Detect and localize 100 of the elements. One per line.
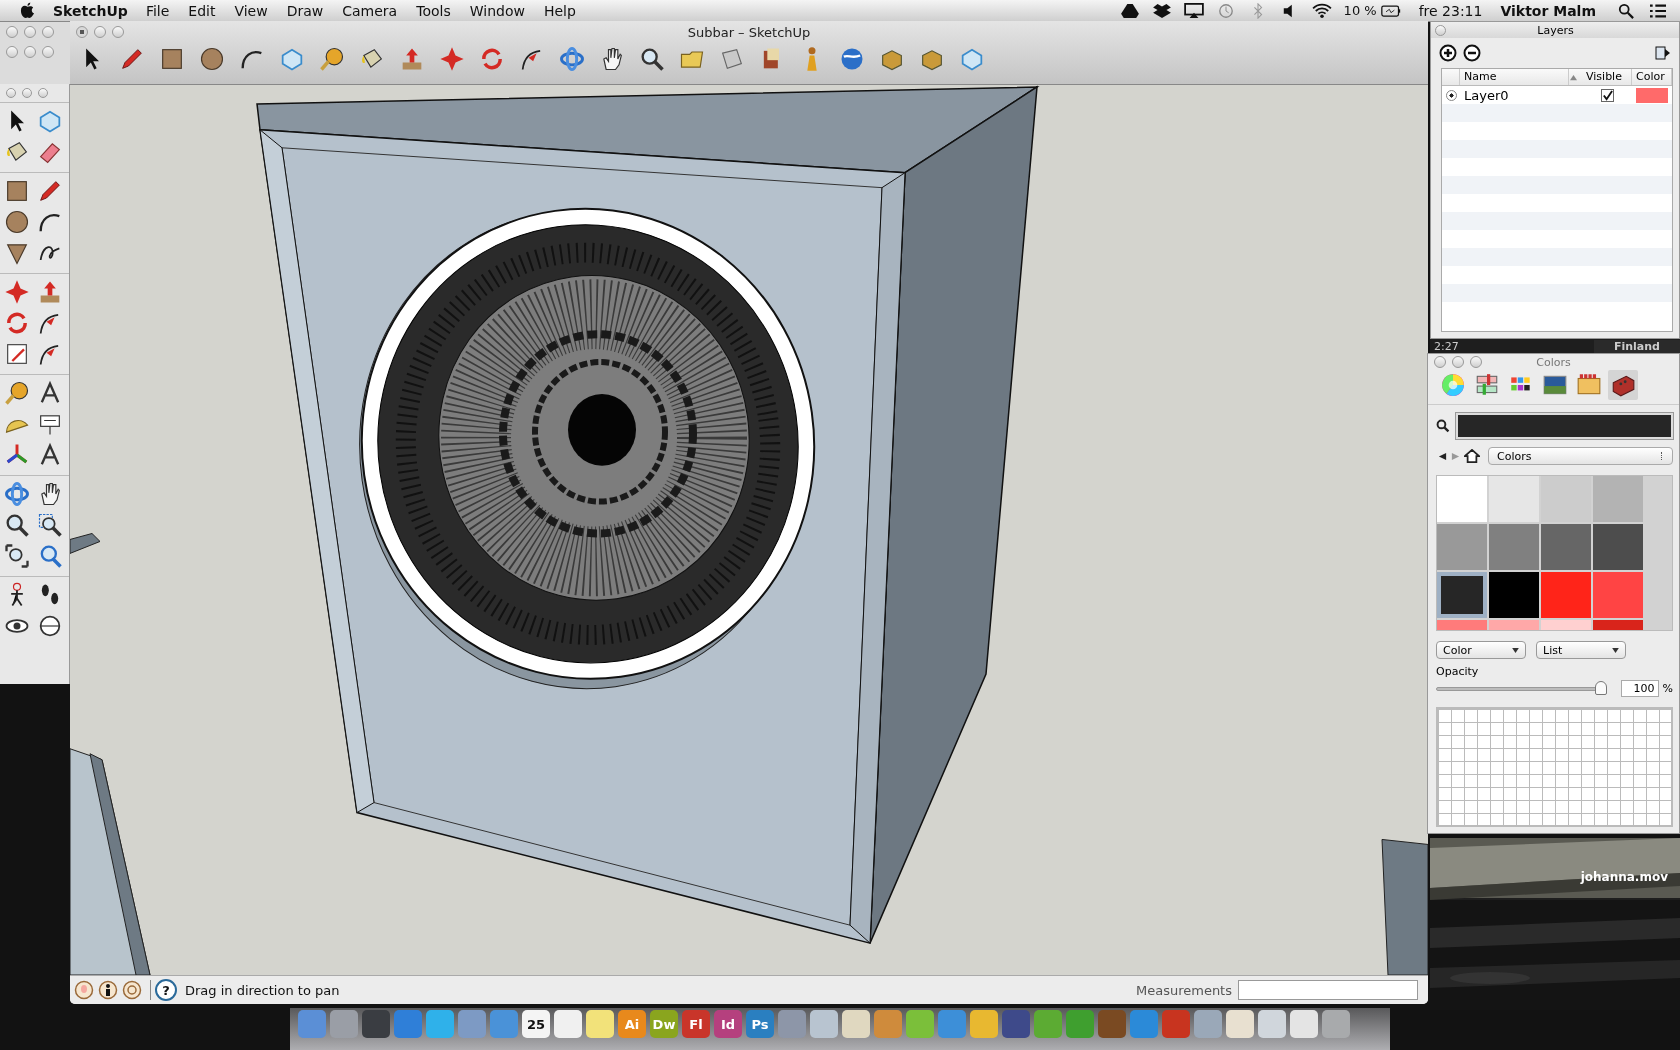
- visible-checkbox[interactable]: [1600, 88, 1614, 102]
- color-swatch[interactable]: [1489, 524, 1539, 570]
- mode-dropdown[interactable]: Color: [1436, 641, 1526, 659]
- tape-measure-icon[interactable]: [318, 45, 346, 73]
- app-icon[interactable]: Ps: [746, 1010, 774, 1038]
- orbit-icon[interactable]: [3, 480, 31, 508]
- wifi-icon[interactable]: [1311, 2, 1332, 19]
- color-swatch[interactable]: [1437, 476, 1487, 522]
- app-icon[interactable]: [1226, 1010, 1254, 1038]
- app-icon[interactable]: Fl: [682, 1010, 710, 1038]
- menu-item[interactable]: Draw: [286, 2, 324, 19]
- color-swatch[interactable]: [1437, 572, 1487, 618]
- list-icon[interactable]: [1648, 2, 1668, 19]
- circle-icon[interactable]: [198, 45, 226, 73]
- layer-name[interactable]: Layer0: [1460, 87, 1582, 103]
- layer-color-swatch[interactable]: [1636, 87, 1668, 103]
- app-icon[interactable]: 25: [522, 1010, 550, 1038]
- column-header[interactable]: Name: [1460, 69, 1569, 85]
- app-icon[interactable]: Id: [714, 1010, 742, 1038]
- caret-icon: [1612, 647, 1619, 653]
- menu-item[interactable]: View: [234, 2, 268, 19]
- menu-item[interactable]: Edit: [188, 2, 216, 19]
- video-time: 2:27: [1434, 339, 1460, 353]
- color-swatch[interactable]: [1541, 524, 1591, 570]
- home-icon[interactable]: [1464, 449, 1480, 463]
- status-message: Drag in direction to pan: [185, 982, 340, 998]
- color-swatch[interactable]: [1489, 572, 1539, 618]
- menu-item[interactable]: File: [145, 2, 170, 19]
- app-icon[interactable]: [1290, 1010, 1318, 1038]
- window-control-button[interactable]: [76, 26, 88, 38]
- window-control-button[interactable]: [42, 26, 54, 38]
- orbit-icon[interactable]: [558, 45, 586, 73]
- person-icon[interactable]: [98, 980, 118, 1000]
- column-header[interactable]: Color: [1632, 69, 1672, 85]
- window-control-button[interactable]: [6, 46, 18, 58]
- screen-share-icon[interactable]: [1183, 2, 1204, 19]
- color-swatch[interactable]: [1437, 524, 1487, 570]
- active-layer-radio[interactable]: [1445, 89, 1457, 101]
- color-swatch[interactable]: [1593, 572, 1643, 618]
- back-arrow-icon[interactable]: [1438, 451, 1447, 461]
- window-control-button[interactable]: [94, 26, 106, 38]
- video-caption: Finland: [1594, 339, 1680, 353]
- panel-title: Colors: [1536, 355, 1571, 369]
- caret-icon: [1512, 647, 1519, 653]
- color-swatch[interactable]: [1593, 524, 1643, 570]
- apple-icon[interactable]: [20, 2, 35, 19]
- menu-app-name[interactable]: SketchUp: [53, 2, 128, 19]
- details-icon[interactable]: [1653, 44, 1671, 62]
- drive-icon[interactable]: [1119, 2, 1140, 19]
- measurements-label: Measurements: [1135, 982, 1232, 998]
- tape-measure-icon[interactable]: [3, 379, 31, 407]
- palette-dropdown[interactable]: Colors: [1488, 447, 1673, 465]
- remove-icon[interactable]: [1463, 44, 1481, 62]
- menu-item[interactable]: Window: [469, 2, 525, 19]
- app-icon[interactable]: [554, 1010, 582, 1038]
- color-wheel-icon: [1440, 372, 1466, 398]
- window-control-button[interactable]: [6, 26, 18, 38]
- opacity-slider[interactable]: [1436, 680, 1607, 697]
- opacity-label: Opacity: [1435, 664, 1480, 678]
- beam-drawing: [70, 533, 101, 554]
- battery-percent: 10 %: [1343, 3, 1377, 18]
- battery-icon[interactable]: [1380, 2, 1401, 19]
- view-dropdown[interactable]: List: [1536, 641, 1626, 659]
- video-title: johanna.mov: [1580, 870, 1668, 884]
- window-control-button[interactable]: [24, 46, 36, 58]
- color-swatch[interactable]: [1541, 572, 1591, 618]
- box-icon[interactable]: [1151, 2, 1172, 19]
- window-control-button[interactable]: [1435, 24, 1446, 36]
- app-icon[interactable]: [586, 1010, 614, 1038]
- help-icon[interactable]: ?: [155, 979, 177, 1001]
- opacity-field[interactable]: 100: [1620, 680, 1659, 697]
- window-control-button[interactable]: [24, 26, 36, 38]
- ring-icon[interactable]: [122, 980, 142, 1000]
- menu-item[interactable]: Camera: [342, 2, 398, 19]
- column-header[interactable]: Visible: [1582, 69, 1632, 85]
- measurements-field[interactable]: [1238, 980, 1418, 1000]
- brick-tab[interactable]: [1608, 370, 1638, 400]
- current-color-bar[interactable]: [1456, 413, 1673, 439]
- color-swatch[interactable]: [1489, 476, 1539, 522]
- custom-swatch-grid[interactable]: [1436, 707, 1673, 827]
- zoom-window-icon[interactable]: [36, 511, 64, 539]
- user-name[interactable]: Viktor Malm: [1500, 2, 1596, 19]
- circle-icon[interactable]: [3, 208, 31, 236]
- window-control-button[interactable]: [42, 46, 54, 58]
- window-control-button[interactable]: [112, 26, 124, 38]
- menu-item[interactable]: Help: [543, 2, 576, 19]
- search-icon[interactable]: [1436, 419, 1450, 433]
- menu-item[interactable]: Tools: [416, 2, 451, 19]
- search-icon[interactable]: [1616, 2, 1636, 19]
- window-title: Subbar – SketchUp: [687, 24, 811, 40]
- color-swatch[interactable]: [1541, 476, 1591, 522]
- panel-title: Layers: [1536, 23, 1575, 37]
- zoom-extents-icon[interactable]: [3, 542, 31, 570]
- color-swatch[interactable]: [1593, 476, 1643, 522]
- sort-arrow-icon[interactable]: [1569, 73, 1578, 81]
- lightbulb-icon[interactable]: [74, 980, 94, 1000]
- sliders-icon: [1474, 372, 1500, 398]
- percent-sign: %: [1662, 682, 1673, 695]
- add-icon[interactable]: [1439, 44, 1457, 62]
- menu-clock[interactable]: fre 23:11: [1418, 2, 1483, 19]
